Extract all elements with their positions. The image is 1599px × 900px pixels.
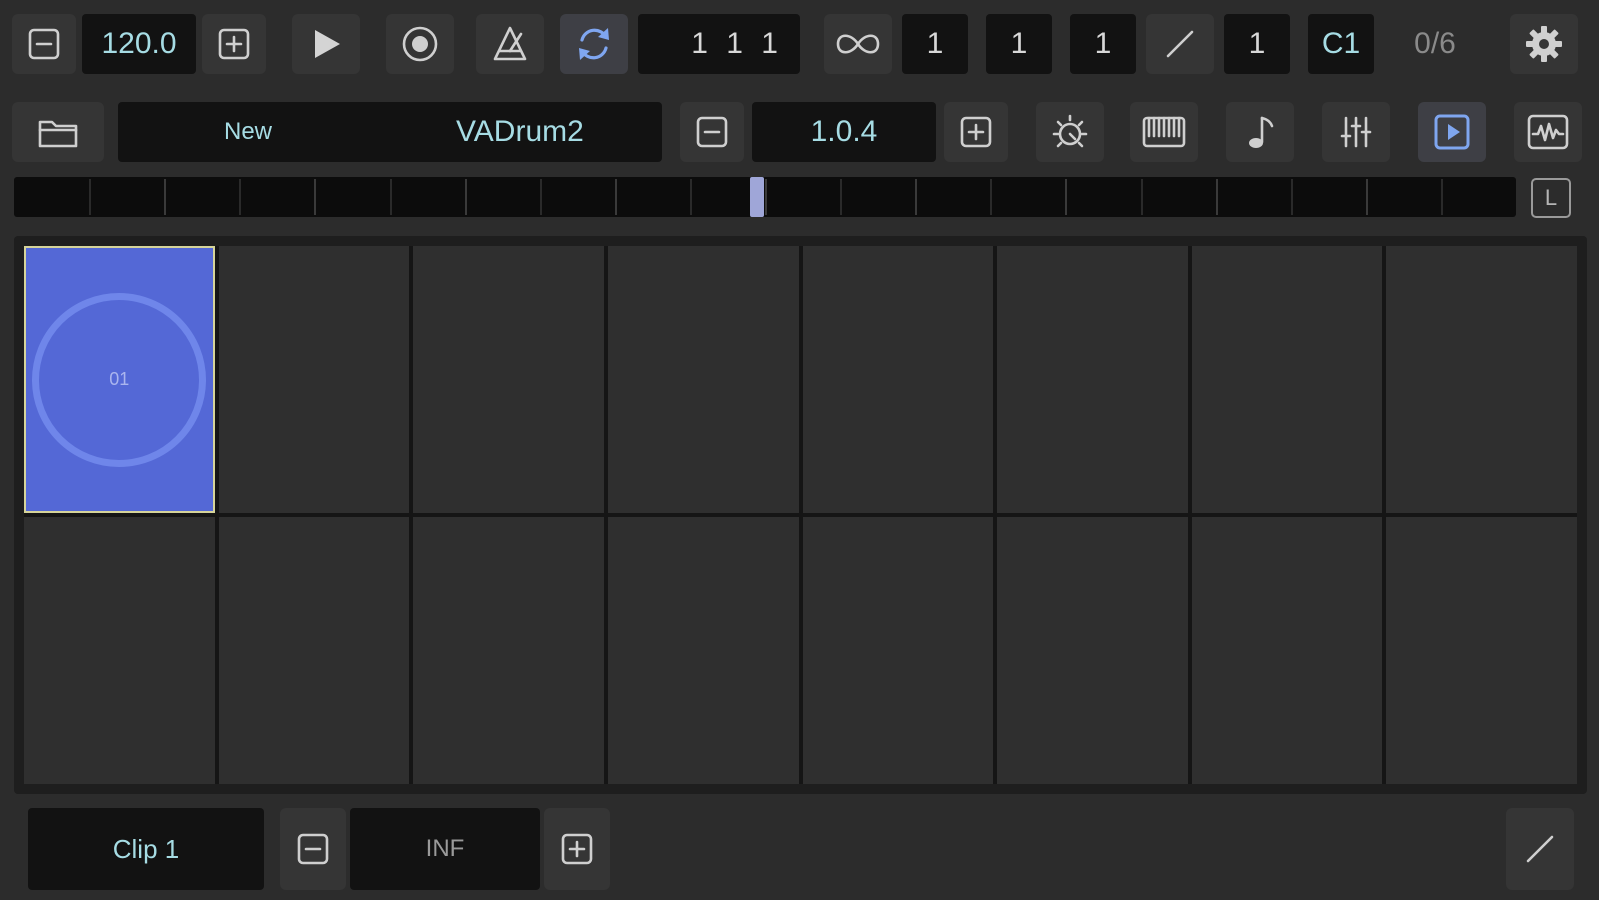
- tempo-decrease-button[interactable]: [12, 14, 76, 74]
- timeline-tick: [840, 179, 842, 215]
- note-view-button[interactable]: [1226, 102, 1294, 162]
- clip-slot-empty[interactable]: [413, 246, 604, 513]
- open-folder-button[interactable]: [12, 102, 104, 162]
- loop-bars-field[interactable]: 1: [902, 14, 968, 74]
- clip-progress-ring: 01: [32, 292, 207, 467]
- minus-box-icon: [297, 833, 329, 865]
- clip-slot-empty[interactable]: [1386, 517, 1577, 784]
- instrument-name: VADrum2: [456, 115, 584, 148]
- timeline-tick: [1216, 179, 1218, 215]
- timeline-tick: [164, 179, 166, 215]
- timeline-tick: [540, 179, 542, 215]
- timeline-tick: [1366, 179, 1368, 215]
- piano-keyboard-icon: [1142, 116, 1186, 148]
- waveform-view-button[interactable]: [1514, 102, 1582, 162]
- clip-counter: 0/6: [1414, 27, 1456, 60]
- clip-slot-empty[interactable]: [218, 246, 410, 513]
- play-icon: [315, 30, 340, 58]
- clip-slot-empty[interactable]: [997, 517, 1188, 784]
- clip-slot-empty[interactable]: [24, 517, 215, 784]
- minus-box-icon: [28, 28, 60, 60]
- timeline-tick: [314, 179, 316, 215]
- clip-slot-empty[interactable]: [997, 246, 1188, 513]
- mixer-view-button[interactable]: [1322, 102, 1390, 162]
- repeat-decrease-button[interactable]: [280, 808, 346, 890]
- version-field[interactable]: 1.0.4: [752, 102, 936, 162]
- edit-clip-button[interactable]: [1506, 808, 1574, 890]
- loop-marker-button[interactable]: L: [1528, 177, 1574, 219]
- playhead[interactable]: [750, 177, 764, 217]
- metronome-icon: [493, 26, 527, 61]
- music-note-icon: [1249, 116, 1274, 148]
- clip-slot-empty[interactable]: [802, 517, 994, 784]
- gear-icon: [1526, 26, 1562, 62]
- new-preset-label[interactable]: New: [224, 102, 272, 162]
- clip-number-label: 01: [109, 369, 130, 389]
- infinity-icon: [836, 34, 880, 54]
- clip-slot-empty[interactable]: [802, 246, 994, 513]
- tempo-increase-button[interactable]: [202, 14, 266, 74]
- timeline-tick: [89, 179, 91, 215]
- play-button[interactable]: [292, 14, 360, 74]
- quantize-field[interactable]: 1: [1224, 14, 1290, 74]
- pencil-icon: [1526, 835, 1554, 863]
- loop-steps-field[interactable]: 1: [1070, 14, 1136, 74]
- plus-box-icon: [218, 28, 250, 60]
- clip-slot-empty[interactable]: [607, 517, 799, 784]
- sound-settings-button[interactable]: [1036, 102, 1104, 162]
- loop-beats-field[interactable]: 1: [986, 14, 1052, 74]
- plus-box-icon: [960, 116, 992, 148]
- infinite-loop-button[interactable]: [824, 14, 892, 74]
- timeline-tick: [765, 179, 767, 215]
- plus-box-icon: [561, 833, 593, 865]
- timeline-tick: [465, 179, 467, 215]
- metronome-button[interactable]: [476, 14, 544, 74]
- tempo-field[interactable]: 120.0: [82, 14, 196, 74]
- timeline-tick: [615, 179, 617, 215]
- timeline-tick: [990, 179, 992, 215]
- timeline-tick: [239, 179, 241, 215]
- clip-slot-empty[interactable]: [218, 517, 410, 784]
- timeline-tick: [390, 179, 392, 215]
- timeline-tick: [915, 179, 917, 215]
- play-box-icon: [1434, 114, 1470, 150]
- clip-grid-panel: 01: [14, 236, 1587, 794]
- clip-slot-filled[interactable]: 01: [24, 246, 215, 513]
- clip-launch-view-button[interactable]: [1418, 102, 1486, 162]
- keyboard-view-button[interactable]: [1130, 102, 1198, 162]
- timeline-tick: [1441, 179, 1443, 215]
- minus-box-icon: [696, 116, 728, 148]
- repeat-increase-button[interactable]: [544, 808, 610, 890]
- clip-slot-empty[interactable]: [1191, 246, 1383, 513]
- repeat-count-field[interactable]: INF: [350, 808, 540, 890]
- clip-slot-empty[interactable]: [1386, 246, 1577, 513]
- mixer-sliders-icon: [1340, 116, 1372, 148]
- loop-marker-label: L: [1531, 178, 1571, 218]
- settings-button[interactable]: [1510, 14, 1578, 74]
- loop-icon: [579, 28, 609, 60]
- sun-knob-icon: [1052, 114, 1088, 148]
- timeline-tick: [1141, 179, 1143, 215]
- clip-grid: 01: [24, 246, 1577, 784]
- song-position-field[interactable]: 1 1 1: [638, 14, 800, 74]
- record-icon: [402, 26, 438, 62]
- timeline-tick: [1065, 179, 1067, 215]
- root-note-field[interactable]: C1: [1308, 14, 1374, 74]
- folder-icon: [38, 120, 78, 148]
- version-increase-button[interactable]: [944, 102, 1008, 162]
- draw-mode-button[interactable]: [1146, 14, 1214, 74]
- pencil-icon: [1166, 30, 1194, 58]
- loop-toggle-button[interactable]: [560, 14, 628, 74]
- clip-name-field[interactable]: Clip 1: [28, 808, 264, 890]
- clip-slot-empty[interactable]: [413, 517, 604, 784]
- timeline-scrubber[interactable]: [14, 177, 1516, 217]
- waveform-icon: [1527, 114, 1569, 150]
- version-decrease-button[interactable]: [680, 102, 744, 162]
- preset-selector[interactable]: New VADrum2: [118, 102, 662, 162]
- timeline-tick: [1291, 179, 1293, 215]
- clip-slot-empty[interactable]: [1191, 517, 1383, 784]
- timeline-tick: [690, 179, 692, 215]
- clip-slot-empty[interactable]: [607, 246, 799, 513]
- record-button[interactable]: [386, 14, 454, 74]
